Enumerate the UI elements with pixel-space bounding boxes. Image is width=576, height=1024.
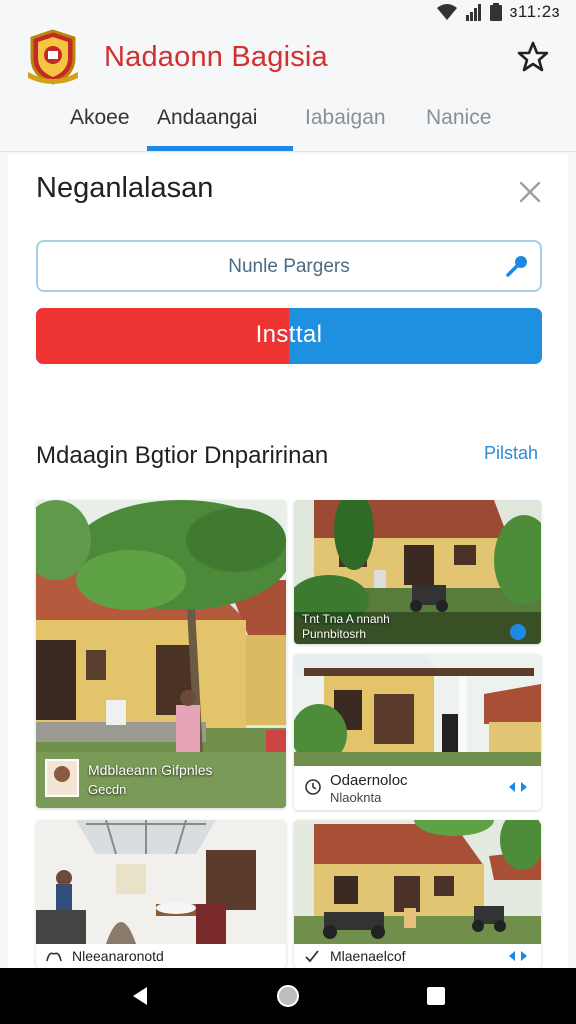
card-3-title: Odaernoloc bbox=[330, 772, 408, 789]
install-button[interactable]: Insttal bbox=[36, 308, 542, 364]
house-photo-5 bbox=[294, 820, 541, 944]
screen: ɜ11:2ɜ Nadaonn Bagisia Akoee Andaangai I… bbox=[0, 0, 576, 1024]
tab-akoee[interactable]: Akoee bbox=[70, 102, 130, 152]
pin-icon[interactable] bbox=[504, 253, 530, 279]
section-link[interactable]: Pilstah bbox=[484, 443, 538, 464]
wifi-icon bbox=[436, 4, 457, 20]
clock-icon bbox=[305, 779, 321, 795]
back-icon[interactable] bbox=[128, 984, 152, 1008]
content-sheet: Neganlalasan Nunle Pargers Insttal Mdaag… bbox=[8, 154, 568, 968]
favorite-star-icon[interactable] bbox=[516, 40, 550, 74]
card-4-footer: Nleeanaronotd bbox=[36, 944, 286, 968]
search-value: Nunle Pargers bbox=[228, 256, 350, 277]
gallery-card-1[interactable]: Mdblaeann Gifpnles Gecdn bbox=[36, 500, 286, 808]
tab-iabaigan[interactable]: Iabaigan bbox=[305, 102, 386, 152]
card-5-title: Mlaenaelcof bbox=[330, 948, 406, 964]
house-photo-3 bbox=[294, 654, 541, 766]
card-4-title: Nleeanaronotd bbox=[72, 948, 164, 964]
card-3-footer: Odaernoloc Nlaoknta bbox=[294, 766, 541, 810]
section-title: Mdaagin Bgtior Dnparirinan bbox=[36, 442, 329, 469]
signal-icon bbox=[465, 4, 481, 21]
system-nav-bar bbox=[0, 968, 576, 1024]
app-logo bbox=[28, 29, 78, 85]
app-title: Nadaonn Bagisia bbox=[104, 41, 328, 73]
app-header: Nadaonn Bagisia Akoee Andaangai Iabaigan… bbox=[0, 24, 576, 152]
card-1-subtitle: Gecdn bbox=[88, 782, 127, 797]
sheet-title: Neganlalasan bbox=[36, 172, 214, 204]
battery-icon bbox=[489, 3, 502, 21]
home-icon[interactable] bbox=[276, 984, 300, 1008]
install-button-label: Insttal bbox=[255, 321, 323, 348]
search-input[interactable]: Nunle Pargers bbox=[36, 240, 542, 292]
link-icon[interactable] bbox=[507, 950, 529, 962]
status-icons: ɜ11:2ɜ bbox=[436, 2, 560, 22]
tab-nanice[interactable]: Nanice bbox=[426, 102, 491, 152]
recents-icon[interactable] bbox=[424, 984, 448, 1008]
tab-andaangai[interactable]: Andaangai bbox=[157, 102, 257, 152]
link-icon[interactable] bbox=[507, 780, 529, 794]
gallery-card-5[interactable]: Mlaenaelcof bbox=[294, 820, 541, 968]
card-5-footer: Mlaenaelcof bbox=[294, 944, 541, 968]
gallery-card-4[interactable]: Nleeanaronotd bbox=[36, 820, 286, 968]
card-2-overlay-2: Punnbitosrh bbox=[302, 627, 367, 641]
active-tab-indicator bbox=[147, 146, 293, 151]
gallery-card-3[interactable]: Odaernoloc Nlaoknta bbox=[294, 654, 541, 810]
gallery-card-2[interactable]: Tnt Tna A nnanh Punnbitosrh bbox=[294, 500, 541, 644]
card-2-overlay-1: Tnt Tna A nnanh bbox=[302, 612, 390, 626]
status-bar: ɜ11:2ɜ bbox=[0, 0, 576, 24]
tab-bar: Akoee Andaangai Iabaigan Nanice bbox=[0, 102, 576, 152]
interior-photo bbox=[36, 820, 286, 944]
card-3-subtitle: Nlaoknta bbox=[330, 790, 382, 805]
status-time: ɜ11:2ɜ bbox=[509, 2, 560, 21]
cloud-icon bbox=[46, 952, 62, 962]
close-icon[interactable] bbox=[516, 178, 544, 206]
check-icon bbox=[305, 950, 319, 963]
card-1-title: Mdblaeann Gifpnles bbox=[88, 762, 213, 778]
